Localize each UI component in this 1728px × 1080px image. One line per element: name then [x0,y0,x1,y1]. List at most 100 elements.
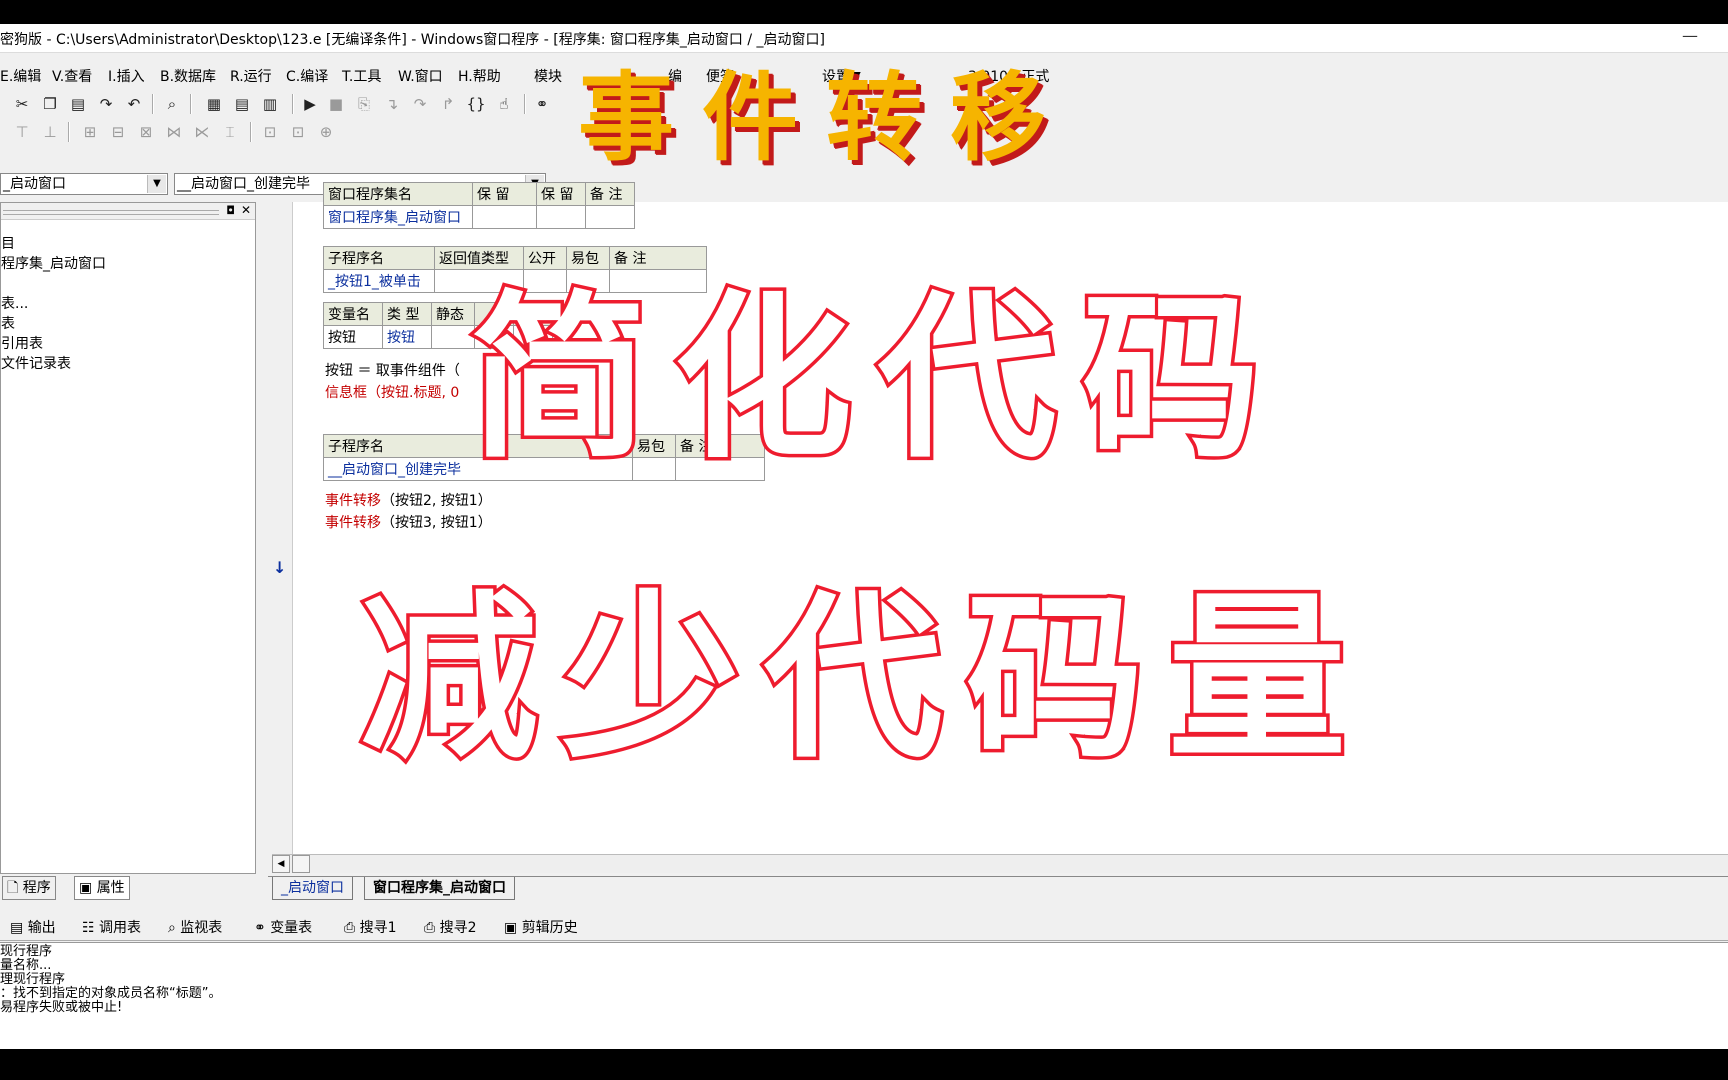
tab-search2[interactable]: ⎙ 搜寻2 [424,917,477,937]
step-into-icon[interactable]: ↴ [382,94,402,114]
search-icon: ⌕ [168,920,181,936]
tree-item[interactable]: 目 [1,233,15,253]
align-left-icon[interactable]: ⊤ [12,122,32,142]
tree-item[interactable]: 表... [1,293,28,313]
step-icon[interactable]: ⎘ [354,94,374,114]
find-icon: ⎙ [424,920,440,936]
menu-module[interactable]: 模块 [534,66,562,86]
undo-icon[interactable]: ↶ [124,94,144,114]
menu-database[interactable]: B.数据库 [160,66,216,86]
menu-view[interactable]: V.查看 [52,66,92,86]
tab-clip-history[interactable]: ▣ 剪辑历史 [504,917,578,937]
output-line: 量名称... [0,958,52,973]
tree-item[interactable]: 程序集_启动窗口 [1,253,106,273]
code-line[interactable]: 事件转移（按钮2, 按钮1） [325,490,492,510]
assembly-selector-value: _启动窗口 [3,176,66,192]
menu-tools[interactable]: T.工具 [342,66,381,86]
clipboard-icon: ▣ [504,920,522,936]
overlay-subtitle-2: 减少代码量 [357,575,1370,782]
menu-run[interactable]: R.运行 [230,66,272,86]
close-icon[interactable]: ✕ [241,203,251,217]
output-line: 易程序失败或被中止! [0,1000,123,1015]
align-right-icon[interactable]: ⊞ [80,122,100,142]
step-out-icon[interactable]: ↱ [438,94,458,114]
assembly-name-cell[interactable]: 窗口程序集_启动窗口 [323,205,473,229]
scroll-left-icon[interactable]: ◀ [272,855,290,873]
sub1-name-cell[interactable]: _按钮1_被单击 [323,269,435,293]
properties-tab-icon: ▣ [79,880,93,896]
binoculars-icon[interactable]: ⚭ [532,94,552,114]
cut-icon[interactable]: ✂ [12,94,32,114]
tab-start-window[interactable]: _启动窗口 [272,877,353,900]
left-panel-tabs: 🗋 程序 ▣ 属性 [0,876,256,900]
tab-window-assembly[interactable]: 窗口程序集_启动窗口 [364,877,515,900]
same-width-icon[interactable]: ⌶ [220,122,240,142]
menu-help[interactable]: H.帮助 [458,66,501,86]
toolbar-align: ⊤ ⊥ ⊞ ⊟ ⊠ ⋈ ⋉ ⌶ ⊡ ⊡ ⊕ [0,118,560,146]
assembly-table: 窗口程序集名 保 留 保 留 备 注 窗口程序集_启动窗口 [323,182,635,229]
space-v-icon[interactable]: ⋉ [192,122,212,142]
tab-program[interactable]: 🗋 程序 [2,876,56,900]
tab-properties[interactable]: ▣ 属性 [74,876,130,900]
overlay-subtitle-1: 简化代码 [467,275,1286,482]
center-both-icon[interactable]: ⊕ [316,122,336,142]
tab-output[interactable]: ▤ 输出 [10,917,56,937]
space-h-icon[interactable]: ⋈ [164,122,184,142]
output-line: 理现行程序 [0,972,66,987]
align-bottom-icon[interactable]: ⊠ [136,122,156,142]
center-v-icon[interactable]: ⊡ [288,122,308,142]
arrow-down-icon: ↓ [273,558,287,577]
menu-window[interactable]: W.窗口 [398,66,443,86]
tab-call-table[interactable]: ☷ 调用表 [82,917,141,937]
tree-item[interactable]: 文件记录表 [1,353,71,373]
align-center-icon[interactable]: ⊥ [40,122,60,142]
scroll-thumb[interactable] [292,855,310,873]
variable-name-cell[interactable]: 按钮 [323,325,383,349]
menu-edit[interactable]: E.编辑 [0,66,41,86]
output-line: ：找不到指定的对象成员名称“标题”。 [0,986,222,1001]
layout2-icon[interactable]: ▤ [232,94,252,114]
redo-icon[interactable]: ↷ [96,94,116,114]
output-tabs: ▤ 输出 ☷ 调用表 ⌕ 监视表 ⚭ 变量表 ⎙ 搜寻1 ⎙ 搜寻2 ▣ 剪辑历… [0,914,1728,941]
panel-header: ◘ ✕ [1,203,255,220]
paste-icon[interactable]: ▤ [68,94,88,114]
output-panel[interactable]: 现行程序 量名称... 理现行程序 ：找不到指定的对象成员名称“标题”。 易程序… [0,942,1728,1049]
menu-compile[interactable]: C.编译 [286,66,328,86]
tab-search1[interactable]: ⎙ 搜寻1 [344,917,397,937]
layout1-icon[interactable]: ▦ [204,94,224,114]
grid-icon: ☷ [82,920,100,936]
stop-icon[interactable]: ■ [326,94,346,114]
tree-item[interactable]: 表 [1,313,15,333]
run-icon[interactable]: ▶ [300,94,320,114]
center-h-icon[interactable]: ⊡ [260,122,280,142]
hand-icon[interactable]: ☝ [494,94,514,114]
tab-watch[interactable]: ⌕ 监视表 [168,917,222,937]
find-icon: ⎙ [344,920,360,936]
layout3-icon[interactable]: ▥ [260,94,280,114]
tree-item[interactable]: 引用表 [1,333,43,353]
project-panel: ◘ ✕ 目 程序集_启动窗口 表... 表 引用表 文件记录表 [0,202,256,874]
variables-icon: ⚭ [254,920,271,936]
code-line[interactable]: 信息框（按钮.标题, 0 [325,382,459,402]
editor-gutter: ↓ [268,202,293,854]
code-line[interactable]: 事件转移（按钮3, 按钮1） [325,512,492,532]
step-over-icon[interactable]: ↷ [410,94,430,114]
variable-type-cell[interactable]: 按钮 [382,325,432,349]
copy-icon[interactable]: ❐ [40,94,60,114]
menu-insert[interactable]: I.插入 [108,66,145,86]
horizontal-scrollbar[interactable]: ◀ [272,854,1728,873]
document-tabs: _启动窗口 窗口程序集_启动窗口 [268,876,1728,901]
find-icon[interactable]: ⌕ [162,94,182,114]
align-top-icon[interactable]: ⊟ [108,122,128,142]
program-tab-icon: 🗋 [7,880,19,896]
braces-icon[interactable]: {} [466,94,486,114]
chevron-down-icon[interactable]: ▼ [147,175,166,193]
assembly-selector[interactable]: _启动窗口 ▼ [0,173,168,195]
output-line: 现行程序 [0,944,53,959]
sub-selector-value: __启动窗口_创建完毕 [177,176,310,192]
code-line[interactable]: 按钮 ＝ 取事件组件（ [325,360,460,380]
minimize-button[interactable]: — [1682,26,1698,45]
restore-icon[interactable]: ◘ [226,204,235,217]
toolbar-main: ✂ ❐ ▤ ↷ ↶ ⌕ ▦ ▤ ▥ ▶ ■ ⎘ ↴ ↷ ↱ {} ☝ ⚭ [0,90,560,118]
tab-variables[interactable]: ⚭ 变量表 [254,917,312,937]
